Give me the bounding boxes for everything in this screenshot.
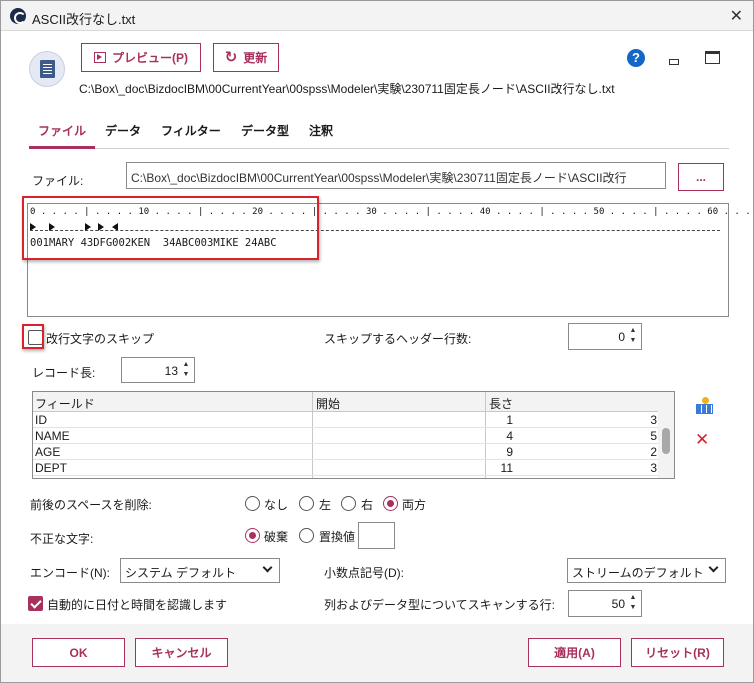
minimize-icon[interactable] <box>669 59 679 65</box>
preview-button[interactable]: プレビュー(P) <box>81 43 201 72</box>
cell-start: 11 <box>500 461 513 475</box>
file-path-input[interactable]: C:\Box\_doc\BizdocIBM\00CurrentYear\00sp… <box>126 162 666 189</box>
refresh-label: 更新 <box>243 51 268 65</box>
trim-none-radio[interactable] <box>245 496 260 511</box>
table-row[interactable]: DEPT 11 3 <box>33 460 659 476</box>
discard-radio[interactable] <box>245 528 260 543</box>
chevron-down-icon <box>262 562 273 573</box>
decimal-label: 小数点記号(D): <box>324 566 404 580</box>
reset-button[interactable]: リセット(R) <box>631 638 724 667</box>
cell-start: 1 <box>506 413 513 427</box>
scan-rows-value: 50 <box>611 597 625 611</box>
trim-none-label: なし <box>264 498 289 512</box>
cell-field: ID <box>35 413 47 427</box>
column-header-field[interactable]: フィールド <box>35 395 95 412</box>
header-rows-stepper[interactable]: 0 ▲ ▼ <box>568 323 642 350</box>
decimal-select[interactable]: ストリームのデフォルト <box>567 558 726 583</box>
cell-field: AGE <box>35 445 61 459</box>
table-row[interactable]: AGE 9 2 <box>33 444 659 460</box>
stepper-arrows-icon[interactable]: ▲ ▼ <box>627 326 639 346</box>
table-row[interactable]: NAME 4 5 <box>33 428 659 444</box>
trim-right-label: 右 <box>361 498 374 512</box>
maximize-icon[interactable] <box>705 51 720 64</box>
refresh-button[interactable]: ↻ 更新 <box>213 43 279 72</box>
skip-newline-label: 改行文字のスキップ <box>46 332 155 346</box>
cell-length: 2 <box>650 445 657 459</box>
tab-data[interactable]: データ <box>105 122 141 139</box>
scan-rows-label: 列およびデータ型についてスキャンする行: <box>324 598 555 612</box>
discard-label: 破棄 <box>264 530 289 544</box>
replace-label: 置換値 <box>319 530 356 544</box>
cell-length: 3 <box>650 461 657 475</box>
close-icon[interactable]: ✕ <box>730 6 743 26</box>
tab-annotation[interactable]: 注釈 <box>309 122 333 139</box>
table-scrollbar[interactable] <box>658 392 674 478</box>
decimal-value: ストリームのデフォルト <box>572 566 704 580</box>
cell-field: NAME <box>35 429 70 443</box>
tab-filter[interactable]: フィルター <box>161 122 221 139</box>
record-length-value: 13 <box>164 364 178 378</box>
cell-length: 5 <box>650 429 657 443</box>
replace-value-input[interactable] <box>358 522 395 549</box>
tab-file[interactable]: ファイル <box>38 122 86 139</box>
file-path: C:\Box\_doc\BizdocIBM\00CurrentYear\00sp… <box>79 82 615 96</box>
table-header: フィールド 開始 長さ <box>33 392 659 412</box>
stepper-arrows-icon[interactable]: ▲ ▼ <box>627 593 639 613</box>
encoding-label: エンコード(N): <box>30 566 110 580</box>
variable-file-node-icon <box>29 51 65 87</box>
record-length-stepper[interactable]: 13 ▲ ▼ <box>121 357 195 383</box>
scrollbar-thumb[interactable] <box>662 428 670 454</box>
dialog-window: ASCII改行なし.txt ✕ プレビュー(P) ↻ 更新 ? C:\Box\_… <box>0 0 754 683</box>
refresh-icon: ↻ <box>224 48 238 66</box>
column-header-start[interactable]: 開始 <box>316 395 340 412</box>
app-icon <box>10 8 26 24</box>
fields-table[interactable]: フィールド 開始 長さ ID 1 3 NAME 4 5 AGE 9 2 DEPT… <box>32 391 675 479</box>
tab-bar: ファイル データ フィルター データ型 注釈 <box>29 115 729 149</box>
add-field-icon[interactable] <box>694 397 713 414</box>
invalid-chars-label: 不正な文字: <box>30 532 94 546</box>
cell-field: DEPT <box>35 461 68 475</box>
scan-rows-stepper[interactable]: 50 ▲ ▼ <box>568 590 642 617</box>
encoding-select[interactable]: システム デフォルト <box>120 558 280 583</box>
highlight-box-checkbox <box>22 324 44 349</box>
trim-right-radio[interactable] <box>341 496 356 511</box>
cancel-button[interactable]: キャンセル <box>135 638 228 667</box>
ok-button[interactable]: OK <box>32 638 125 667</box>
chevron-down-icon <box>708 562 719 573</box>
trim-both-radio[interactable] <box>383 496 398 511</box>
encoding-value: システム デフォルト <box>125 566 236 580</box>
preview-label: プレビュー(P) <box>112 51 188 65</box>
auto-date-checkbox[interactable] <box>28 596 43 611</box>
file-label: ファイル: <box>32 174 84 188</box>
replace-radio[interactable] <box>299 528 314 543</box>
trim-label: 前後のスペースを削除: <box>30 498 152 512</box>
header-rows-label: スキップするヘッダー行数: <box>324 332 472 346</box>
title-bar: ASCII改行なし.txt ✕ <box>1 1 753 31</box>
tab-type[interactable]: データ型 <box>241 122 289 139</box>
trim-left-label: 左 <box>319 498 332 512</box>
delete-field-icon[interactable]: ✕ <box>695 431 709 448</box>
cell-length: 3 <box>650 413 657 427</box>
stepper-arrows-icon[interactable]: ▲ ▼ <box>180 360 192 380</box>
cell-start: 4 <box>506 429 513 443</box>
trim-both-label: 両方 <box>402 498 427 512</box>
trim-left-radio[interactable] <box>299 496 314 511</box>
help-icon[interactable]: ? <box>627 49 645 67</box>
browse-button[interactable]: ... <box>678 163 724 191</box>
table-row[interactable]: ID 1 3 <box>33 412 659 428</box>
record-length-label: レコード長: <box>32 366 96 380</box>
play-icon <box>94 52 106 63</box>
highlight-box-preview <box>22 196 319 260</box>
column-header-length[interactable]: 長さ <box>489 395 513 412</box>
cell-start: 9 <box>506 445 513 459</box>
active-tab-indicator <box>29 146 95 149</box>
apply-button[interactable]: 適用(A) <box>528 638 621 667</box>
header-rows-value: 0 <box>618 330 625 344</box>
window-title: ASCII改行なし.txt <box>32 12 136 27</box>
auto-date-label: 自動的に日付と時間を認識します <box>47 598 228 612</box>
